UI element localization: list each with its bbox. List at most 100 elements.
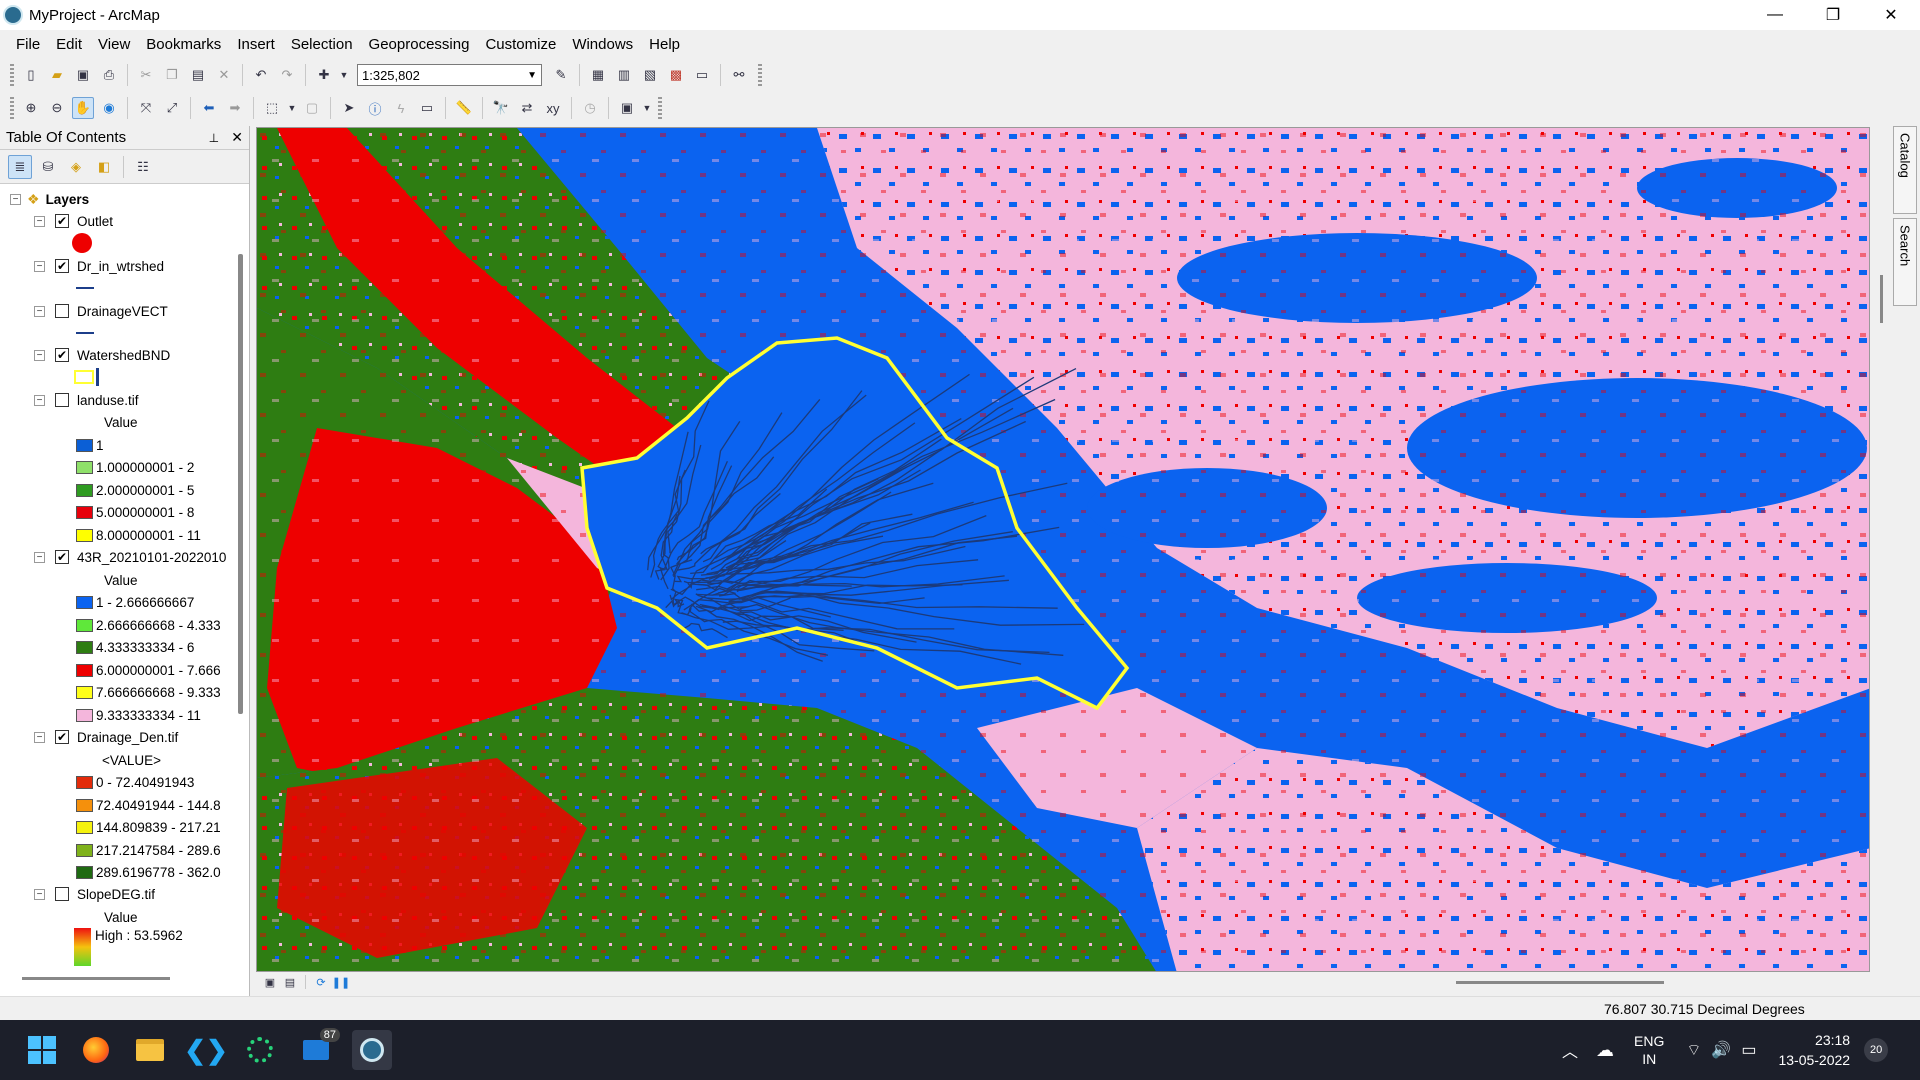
layer-landuse[interactable]: − landuse.tif — [34, 389, 139, 411]
new-document-icon[interactable]: ▯ — [20, 64, 42, 86]
menu-view[interactable]: View — [90, 36, 138, 53]
copy-icon[interactable]: ❐ — [161, 64, 183, 86]
collapse-icon[interactable]: − — [10, 193, 21, 205]
collapse-icon[interactable]: − — [34, 215, 45, 227]
map-horizontal-scrollbar[interactable] — [1456, 981, 1664, 984]
notification-badge[interactable]: 20 — [1864, 1038, 1889, 1062]
layer-outlet[interactable]: − ✔ Outlet — [34, 210, 113, 232]
zoom-in-icon[interactable]: ⊕ — [20, 97, 42, 119]
table-of-contents-icon[interactable]: ▦ — [587, 64, 609, 86]
chevron-up-icon[interactable]: ︿ — [1562, 1038, 1578, 1062]
redo-icon[interactable]: ↷ — [276, 64, 298, 86]
pause-drawing-icon[interactable]: ❚❚ — [332, 974, 350, 990]
collapse-icon[interactable]: − — [34, 305, 45, 317]
layers-root[interactable]: − ❖ Layers — [10, 188, 89, 210]
layer-visibility-checkbox[interactable]: ✔ — [55, 348, 69, 362]
create-viewer-window-icon[interactable]: ▣ — [616, 97, 638, 119]
collapse-icon[interactable]: − — [34, 551, 45, 563]
select-features-icon[interactable]: ⬚ — [261, 97, 283, 119]
layout-view-icon[interactable]: ▤ — [282, 974, 298, 990]
wifi-icon[interactable]: ⌔ — [1686, 1040, 1701, 1060]
toolbar-grip[interactable] — [658, 97, 662, 119]
toolbar-grip[interactable] — [10, 64, 14, 86]
firefox-icon[interactable] — [76, 1030, 116, 1070]
layer-visibility-checkbox[interactable]: ✔ — [55, 214, 69, 228]
toc-vertical-scrollbar[interactable] — [238, 254, 243, 714]
layer-watershedbnd[interactable]: − ✔ WatershedBND — [34, 344, 170, 366]
refresh-app-icon[interactable] — [240, 1030, 280, 1070]
layer-visibility-checkbox[interactable]: ✔ — [55, 730, 69, 744]
menu-customize[interactable]: Customize — [477, 36, 564, 53]
back-extent-icon[interactable]: ⬅ — [198, 97, 220, 119]
print-icon[interactable]: ⎙ — [98, 64, 120, 86]
close-icon[interactable]: ✕ — [231, 129, 243, 145]
menu-windows[interactable]: Windows — [564, 36, 641, 53]
list-by-visibility-icon[interactable]: ◈ — [64, 155, 88, 179]
layer-drainagevect[interactable]: − DrainageVECT — [34, 300, 168, 322]
windows-start-icon[interactable] — [22, 1030, 62, 1070]
catalog-window-icon[interactable]: ▥ — [613, 64, 635, 86]
cut-icon[interactable]: ✂ — [135, 64, 157, 86]
clock[interactable]: 23:18 13-05-2022 — [1778, 1030, 1850, 1070]
map-vertical-scrollbar[interactable] — [1880, 275, 1883, 323]
raster-map[interactable] — [257, 128, 1870, 972]
editor-toolbar-icon[interactable]: ✎ — [550, 64, 572, 86]
forward-extent-icon[interactable]: ➡ — [224, 97, 246, 119]
menu-insert[interactable]: Insert — [229, 36, 283, 53]
file-explorer-icon[interactable] — [130, 1030, 170, 1070]
chevron-down-icon[interactable]: ▼ — [287, 97, 297, 119]
layer-dr-in-wtrshed[interactable]: − ✔ Dr_in_wtrshed — [34, 255, 164, 277]
close-button[interactable]: ✕ — [1862, 0, 1920, 30]
full-extent-icon[interactable]: ◉ — [98, 97, 120, 119]
map-display[interactable] — [256, 127, 1870, 972]
search-tab[interactable]: Search — [1893, 218, 1917, 306]
fixed-zoom-in-icon[interactable]: ⤧ — [135, 97, 157, 119]
collapse-icon[interactable]: − — [34, 731, 45, 743]
find-route-icon[interactable]: ⇄ — [516, 97, 538, 119]
vscode-icon[interactable]: ❮❯ — [184, 1030, 228, 1070]
hyperlink-icon[interactable]: ϟ — [390, 97, 412, 119]
layer-43r[interactable]: − ✔ 43R_20210101-2022010 — [34, 546, 226, 568]
save-icon[interactable]: ▣ — [72, 64, 94, 86]
menu-help[interactable]: Help — [641, 36, 688, 53]
python-window-icon[interactable]: ▭ — [691, 64, 713, 86]
battery-icon[interactable]: ▭ — [1741, 1040, 1756, 1060]
select-elements-icon[interactable]: ➤ — [338, 97, 360, 119]
data-view-icon[interactable]: ▣ — [262, 974, 278, 990]
paste-icon[interactable]: ▤ — [187, 64, 209, 86]
collapse-icon[interactable]: − — [34, 394, 45, 406]
map-scale-dropdown[interactable]: 1:325,802 ▼ — [357, 64, 542, 86]
pin-icon[interactable]: ⊥ — [209, 131, 219, 145]
collapse-icon[interactable]: − — [34, 260, 45, 272]
list-by-drawing-order-icon[interactable]: ≣ — [8, 154, 32, 179]
arcmap-taskbar-icon[interactable] — [352, 1030, 392, 1070]
model-builder-icon[interactable]: ⚯ — [728, 64, 750, 86]
menu-selection[interactable]: Selection — [283, 36, 361, 53]
layer-visibility-checkbox[interactable]: ✔ — [55, 259, 69, 273]
time-slider-icon[interactable]: ◷ — [579, 97, 601, 119]
find-icon[interactable]: 🔭 — [490, 97, 512, 119]
delete-icon[interactable]: ✕ — [213, 64, 235, 86]
html-popup-icon[interactable]: ▭ — [416, 97, 438, 119]
collapse-icon[interactable]: − — [34, 888, 45, 900]
fixed-zoom-out-icon[interactable]: ⤢ — [161, 97, 183, 119]
list-by-source-icon[interactable]: ⛁ — [36, 155, 60, 179]
toc-horizontal-scrollbar[interactable] — [22, 977, 170, 980]
collapse-icon[interactable]: − — [34, 349, 45, 361]
menu-geoprocessing[interactable]: Geoprocessing — [361, 36, 478, 53]
clear-selection-icon[interactable]: ▢ — [301, 97, 323, 119]
add-data-icon[interactable]: ✚ — [313, 64, 335, 86]
chevron-down-icon[interactable]: ▼ — [339, 64, 349, 86]
go-to-xy-icon[interactable]: xy — [542, 97, 564, 119]
open-folder-icon[interactable]: ▰ — [46, 64, 68, 86]
menu-file[interactable]: File — [8, 36, 48, 53]
refresh-icon[interactable]: ⟳ — [313, 974, 329, 990]
layer-visibility-checkbox[interactable]: ✔ — [55, 550, 69, 564]
mail-app-icon[interactable]: 87 — [296, 1028, 340, 1070]
layer-slopedeg[interactable]: − SlopeDEG.tif — [34, 883, 155, 905]
zoom-out-icon[interactable]: ⊖ — [46, 97, 68, 119]
search-window-icon[interactable]: ▧ — [639, 64, 661, 86]
layer-drainage-den[interactable]: − ✔ Drainage_Den.tif — [34, 726, 178, 748]
arctoolbox-icon[interactable]: ▩ — [665, 64, 687, 86]
measure-icon[interactable]: 📏 — [453, 97, 475, 119]
